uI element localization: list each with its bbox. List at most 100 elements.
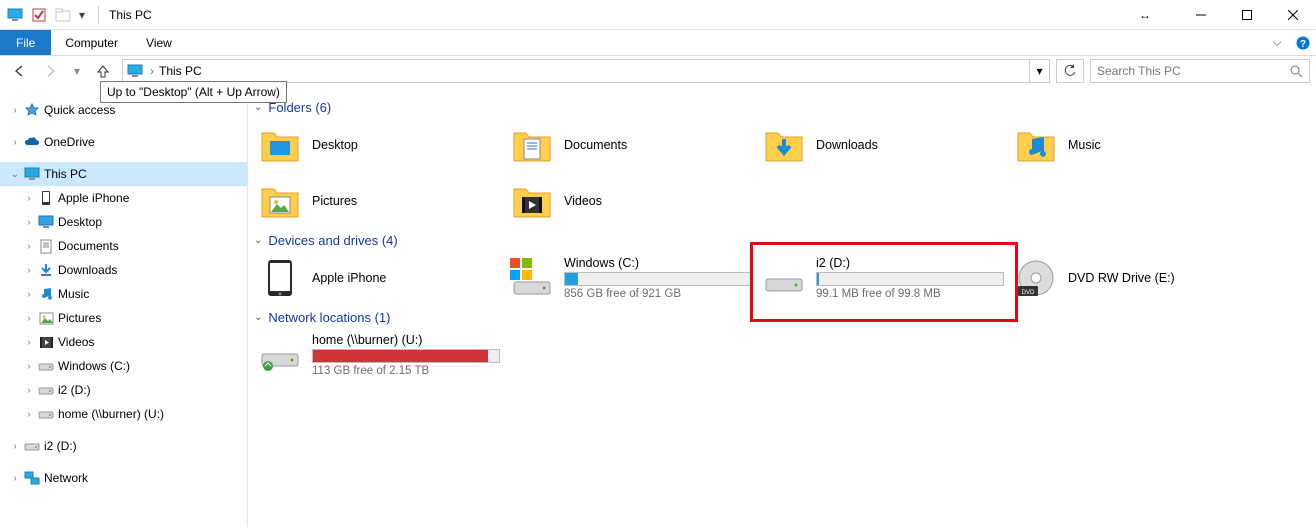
tree-child[interactable]: ›Pictures xyxy=(0,306,247,330)
tree-child-icon xyxy=(36,312,56,325)
tree-child-icon xyxy=(36,190,56,206)
folder-label: Documents xyxy=(564,138,754,152)
drive-label: DVD RW Drive (E:) xyxy=(1068,271,1258,285)
tree-child[interactable]: ›Videos xyxy=(0,330,247,354)
qat-newfolder-icon[interactable] xyxy=(52,4,74,26)
qat-pc-icon[interactable] xyxy=(4,4,26,26)
drive-icon xyxy=(22,440,42,452)
content-pane: ⌄ Folders (6) Desktop Documents Downloads M… xyxy=(248,88,1316,527)
tree-child[interactable]: ›Windows (C:) xyxy=(0,354,247,378)
drive-sub: 99.1 MB free of 99.8 MB xyxy=(816,288,1006,300)
address-dropdown[interactable]: ▾ xyxy=(1029,60,1049,82)
folder-item[interactable]: Pictures xyxy=(254,173,506,229)
folder-icon xyxy=(510,123,554,167)
close-button[interactable] xyxy=(1270,0,1316,30)
folder-label: Videos xyxy=(564,194,754,208)
netdrive-item[interactable]: home (\\burner) (U:)113 GB free of 2.15 … xyxy=(254,327,506,383)
file-tab[interactable]: File xyxy=(0,30,51,55)
tree-child-label: Downloads xyxy=(56,263,117,277)
folder-item[interactable]: Downloads xyxy=(758,117,1010,173)
up-tooltip: Up to "Desktop" (Alt + Up Arrow) xyxy=(100,81,287,103)
titlebar-divider xyxy=(98,6,99,24)
qat-customize-dropdown[interactable]: ▾ xyxy=(76,4,88,26)
tree-i2-alt[interactable]: › i2 (D:) xyxy=(0,434,247,458)
drive-label: Windows (C:) xyxy=(564,256,754,270)
group-drives-header[interactable]: ⌄ Devices and drives (4) xyxy=(254,233,1304,248)
nav-tree: › Quick access › OneDrive ⌄ This PC ›App… xyxy=(0,88,248,527)
forward-button[interactable] xyxy=(38,59,64,83)
folder-item[interactable]: Documents xyxy=(506,117,758,173)
tree-child[interactable]: ›Downloads xyxy=(0,258,247,282)
back-button[interactable] xyxy=(6,59,32,83)
search-icon xyxy=(1289,64,1303,78)
address-bar[interactable]: › This PC ▾ xyxy=(122,59,1050,83)
help-button[interactable]: ? xyxy=(1290,30,1316,55)
tree-child-icon xyxy=(36,287,56,301)
resize-indicator-icon: ↔ xyxy=(1122,0,1168,30)
search-placeholder: Search This PC xyxy=(1097,64,1289,78)
tree-child-icon xyxy=(36,336,56,349)
folder-icon xyxy=(510,179,554,223)
drive-item[interactable]: i2 (D:) 99.1 MB free of 99.8 MB xyxy=(758,250,1010,306)
tree-child[interactable]: ›Documents xyxy=(0,234,247,258)
folder-item[interactable]: Music xyxy=(1010,117,1262,173)
drive-sub: 856 GB free of 921 GB xyxy=(564,288,754,300)
drive-icon: DVD xyxy=(1014,256,1058,300)
tab-view[interactable]: View xyxy=(132,30,186,55)
tree-child[interactable]: ›i2 (D:) xyxy=(0,378,247,402)
tree-child[interactable]: ›home (\\burner) (U:) xyxy=(0,402,247,426)
folder-label: Downloads xyxy=(816,138,1006,152)
capacity-bar xyxy=(564,272,752,286)
folder-item[interactable]: Desktop xyxy=(254,117,506,173)
network-icon xyxy=(22,471,42,485)
folder-item[interactable]: Videos xyxy=(506,173,758,229)
search-input[interactable]: Search This PC xyxy=(1090,59,1310,83)
chevron-down-icon: ⌄ xyxy=(254,312,262,323)
tree-child-label: i2 (D:) xyxy=(56,383,91,397)
tree-child-icon xyxy=(36,215,56,229)
tree-network[interactable]: › Network xyxy=(0,466,247,490)
tree-child-icon xyxy=(36,239,56,254)
breadcrumb-sep-icon: › xyxy=(147,64,157,78)
minimize-button[interactable] xyxy=(1178,0,1224,30)
drive-label: i2 (D:) xyxy=(816,256,1006,270)
drive-item[interactable]: Apple iPhone xyxy=(254,250,506,306)
tab-computer[interactable]: Computer xyxy=(51,30,132,55)
drive-item[interactable]: Windows (C:) 856 GB free of 921 GB xyxy=(506,250,758,306)
chevron-down-icon: ⌄ xyxy=(254,102,262,113)
tree-child[interactable]: ›Apple iPhone xyxy=(0,186,247,210)
folder-icon xyxy=(258,179,302,223)
tree-child-icon xyxy=(36,263,56,277)
drive-item[interactable]: DVD DVD RW Drive (E:) xyxy=(1010,250,1262,306)
tree-child-label: Documents xyxy=(56,239,119,253)
tree-child[interactable]: ›Music xyxy=(0,282,247,306)
breadcrumb-root[interactable]: This PC xyxy=(157,60,204,82)
capacity-bar xyxy=(816,272,1004,286)
tree-this-pc[interactable]: ⌄ This PC xyxy=(0,162,247,186)
recent-locations-dropdown[interactable]: ▾ xyxy=(70,59,84,83)
tree-child-label: Desktop xyxy=(56,215,102,229)
ribbon-expand-button[interactable]: ⌵ xyxy=(1264,30,1290,55)
tree-child[interactable]: ›Desktop xyxy=(0,210,247,234)
drive-icon xyxy=(762,256,806,300)
tree-child-label: Videos xyxy=(56,335,94,349)
folder-label: Pictures xyxy=(312,194,502,208)
up-button[interactable] xyxy=(90,59,116,83)
tree-child-label: home (\\burner) (U:) xyxy=(56,407,164,421)
group-folders-header[interactable]: ⌄ Folders (6) xyxy=(254,100,1304,115)
tree-child-label: Music xyxy=(56,287,89,301)
refresh-button[interactable] xyxy=(1056,59,1084,83)
folder-label: Music xyxy=(1068,138,1258,152)
tree-child-icon xyxy=(36,408,56,420)
maximize-button[interactable] xyxy=(1224,0,1270,30)
star-icon xyxy=(22,103,42,117)
qat-properties-icon[interactable] xyxy=(28,4,50,26)
tree-onedrive[interactable]: › OneDrive xyxy=(0,130,247,154)
folder-label: Desktop xyxy=(312,138,502,152)
netdrive-label: home (\\burner) (U:) xyxy=(312,333,502,347)
cloud-icon xyxy=(22,136,42,148)
drive-label: Apple iPhone xyxy=(312,271,502,285)
folder-icon xyxy=(762,123,806,167)
window-title: This PC xyxy=(105,8,152,22)
group-netloc-header[interactable]: ⌄ Network locations (1) xyxy=(254,310,1304,325)
